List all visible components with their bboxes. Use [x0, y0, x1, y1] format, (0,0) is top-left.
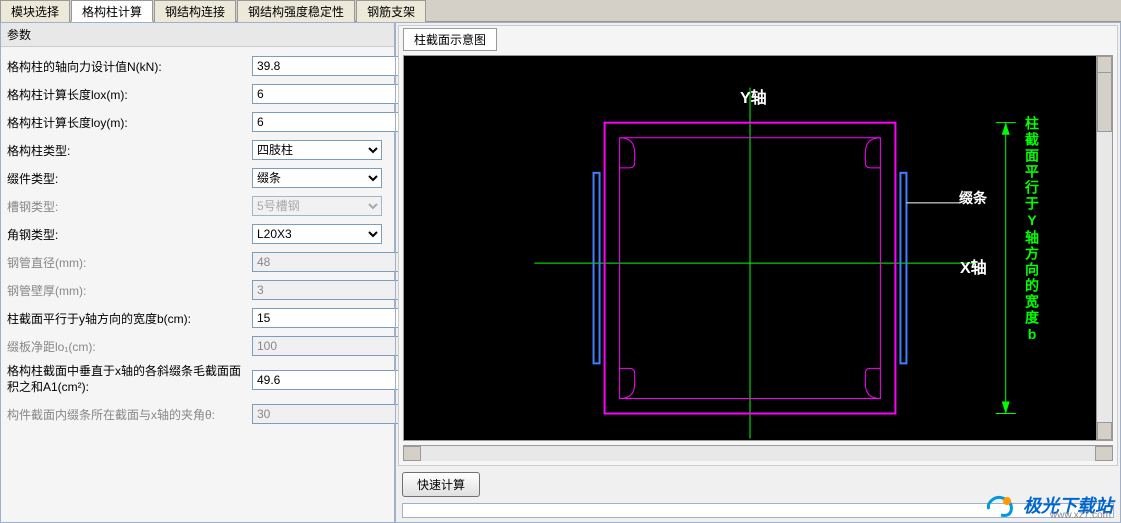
label-lacing-clear-span: 缀板净距lo₁(cm): [7, 338, 252, 355]
parameters-panel: 参数 格构柱的轴向力设计值N(kN): 格构柱计算长度lox(m): 格构柱计算… [0, 22, 395, 523]
tab-steel-connection[interactable]: 钢结构连接 [154, 0, 236, 22]
input-axial-force[interactable] [252, 56, 417, 76]
input-lacing-angle [252, 404, 417, 424]
cross-section-diagram: Y轴 X轴 缀条 柱截面平行于Y轴方向的宽度b [404, 56, 1096, 440]
label-pipe-diameter: 钢管直径(mm): [7, 254, 252, 271]
tab-lattice-column[interactable]: 格构柱计算 [71, 0, 153, 22]
panel-title: 参数 [1, 23, 394, 47]
label-lacing-type: 缀件类型: [7, 170, 252, 187]
input-lacing-area-a1[interactable] [252, 370, 417, 390]
input-calc-length-loy[interactable] [252, 112, 417, 132]
watermark: 极光下载站 www.xz7.com [985, 491, 1113, 519]
input-pipe-diameter [252, 252, 417, 272]
diagram-svg [404, 56, 1096, 440]
label-channel-type: 槽钢类型: [7, 198, 252, 215]
scrollbar-vertical[interactable] [1096, 56, 1112, 440]
label-calc-length-lox: 格构柱计算长度lox(m): [7, 86, 252, 103]
input-calc-length-lox[interactable] [252, 84, 417, 104]
label-calc-length-loy: 格构柱计算长度loy(m): [7, 114, 252, 131]
quick-calc-button[interactable]: 快速计算 [402, 472, 480, 497]
lacing-annotation: 缀条 [959, 188, 987, 208]
watermark-url: www.xz7.com [1050, 510, 1111, 521]
tab-rebar-support[interactable]: 钢筋支架 [356, 0, 426, 22]
input-section-width-b[interactable] [252, 308, 417, 328]
scrollbar-horizontal[interactable] [403, 445, 1113, 461]
tab-steel-strength[interactable]: 钢结构强度稳定性 [237, 0, 355, 22]
select-channel-type: 5号槽钢 [252, 196, 382, 216]
tab-module-select[interactable]: 模块选择 [0, 0, 70, 22]
dimension-vertical-text: 柱截面平行于Y轴方向的宽度b [1022, 116, 1042, 344]
watermark-icon [985, 491, 1017, 519]
label-column-type: 格构柱类型: [7, 142, 252, 159]
select-lacing-type[interactable]: 缀条 [252, 168, 382, 188]
y-axis-label: Y轴 [740, 84, 767, 108]
select-column-type[interactable]: 四肢柱 [252, 140, 382, 160]
label-section-width-b: 柱截面平行于y轴方向的宽度b(cm): [7, 310, 252, 327]
main-tab-bar: 模块选择 格构柱计算 钢结构连接 钢结构强度稳定性 钢筋支架 [0, 0, 1121, 22]
label-axial-force: 格构柱的轴向力设计值N(kN): [7, 58, 252, 75]
diagram-tab[interactable]: 柱截面示意图 [403, 28, 497, 51]
select-angle-type[interactable]: L20X3 [252, 224, 382, 244]
label-lacing-angle: 构件截面内缀条所在截面与x轴的夹角θ: [7, 406, 252, 423]
label-lacing-area-a1: 格构柱截面中垂直于x轴的各斜缀条毛截面面积之和A1(cm²): [7, 364, 252, 395]
input-pipe-thickness [252, 280, 417, 300]
label-angle-type: 角钢类型: [7, 226, 252, 243]
x-axis-label: X轴 [960, 254, 987, 278]
input-lacing-clear-span [252, 336, 417, 356]
label-pipe-thickness: 钢管壁厚(mm): [7, 282, 252, 299]
